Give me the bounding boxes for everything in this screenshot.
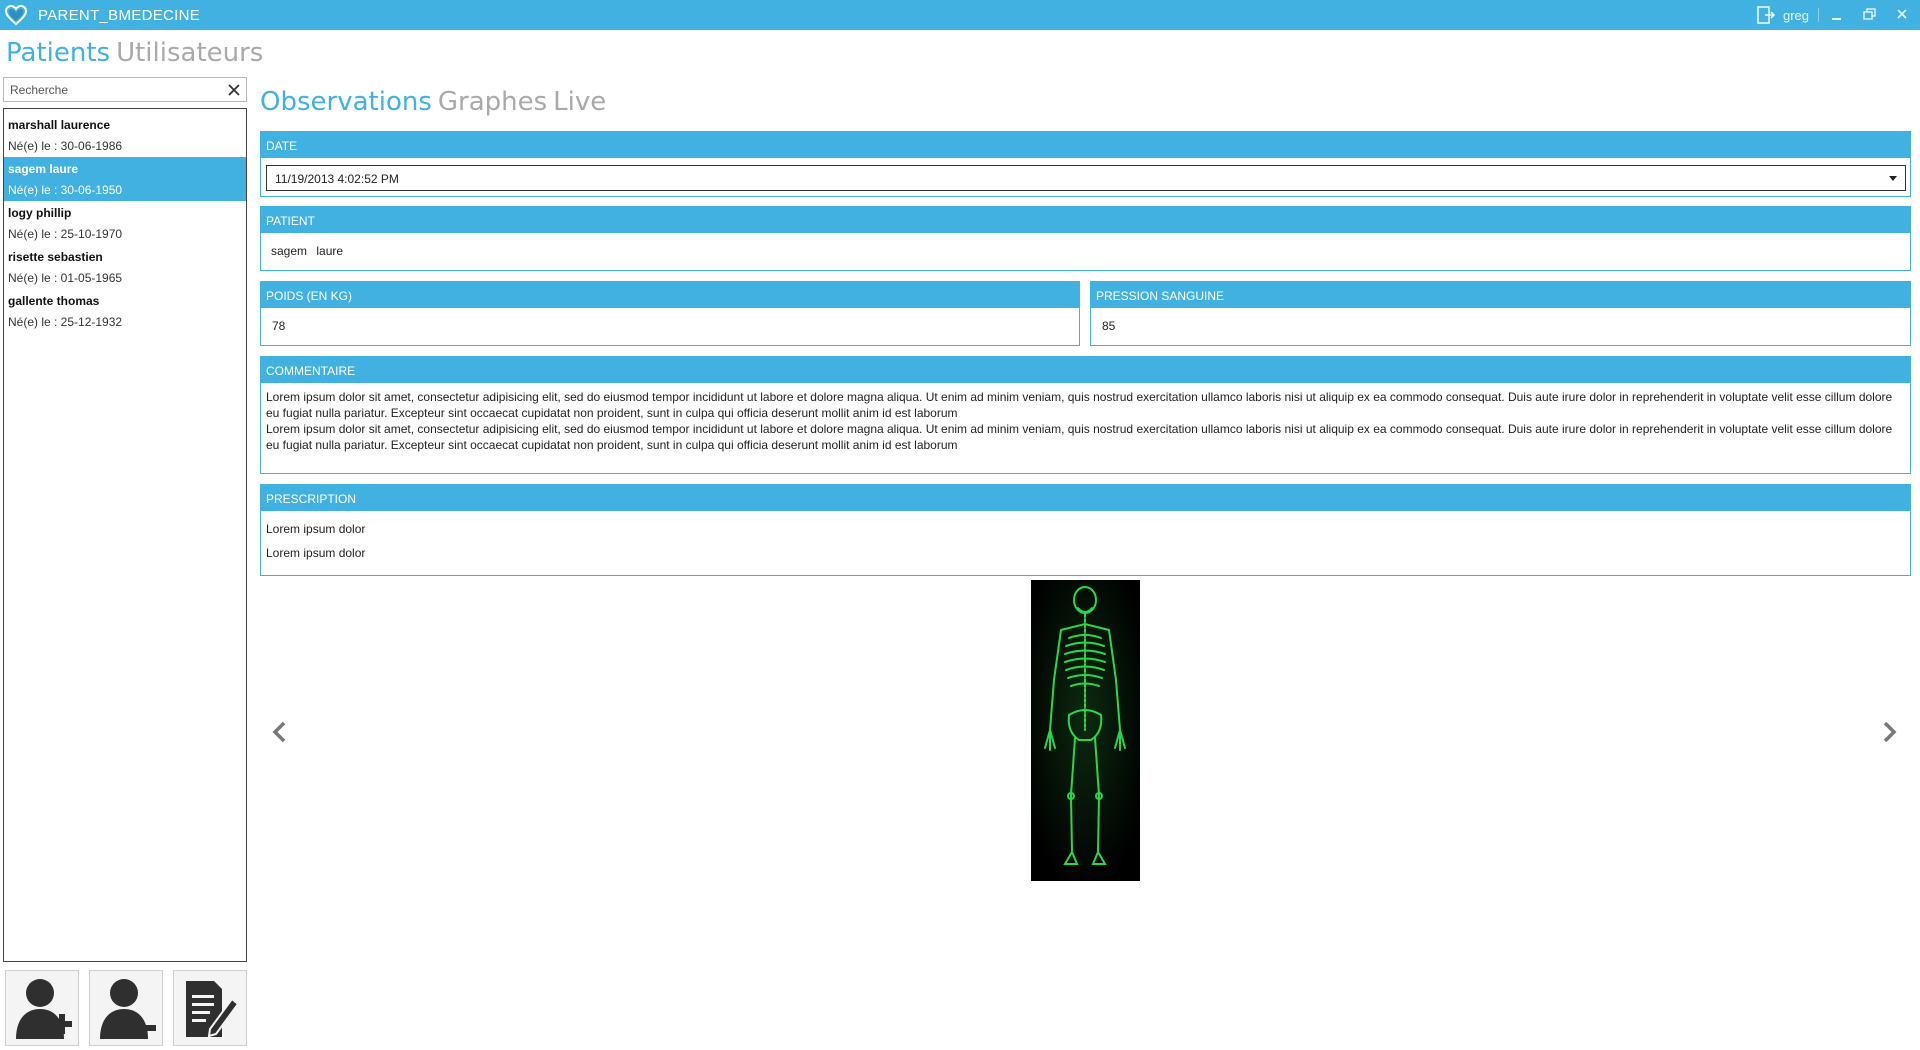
xray-image (1031, 580, 1140, 881)
logout-icon[interactable] (1756, 5, 1776, 25)
comment-text: Lorem ipsum dolor sit amet, consectetur … (261, 383, 1910, 463)
title-bar: PARENT_BMEDECINE greg (0, 0, 1920, 30)
patient-birthdate: Né(e) le : 25-12-1932 (8, 315, 123, 329)
date-panel: DATE 11/19/2013 4:02:52 PM (260, 131, 1911, 197)
prescription-line: Lorem ipsum dolor (266, 546, 366, 560)
weight-panel: POIDS (EN KG) 78 (260, 281, 1080, 346)
patient-item[interactable]: risette sebastien Né(e) le : 01-05-1965 (4, 245, 246, 289)
tab-patients[interactable]: Patients (6, 38, 110, 68)
pressure-panel: PRESSION SANGUINE 85 (1090, 281, 1911, 346)
patient-header: PATIENT (261, 207, 1910, 233)
close-icon[interactable] (1890, 4, 1914, 26)
pressure-header: PRESSION SANGUINE (1091, 282, 1910, 308)
weight-header: POIDS (EN KG) (261, 282, 1079, 308)
main-nav: Patients Utilisateurs (6, 38, 263, 68)
heart-icon (4, 4, 28, 26)
prescription-header: PRESCRIPTION (261, 485, 1910, 511)
observation-tabs: Observations Graphes Live (260, 87, 606, 117)
prescription-text: Lorem ipsum dolor Lorem ipsum dolor (261, 511, 1910, 579)
patient-item[interactable]: gallente thomas Né(e) le : 25-12-1932 (4, 289, 246, 333)
patient-info: sagem laure (261, 233, 1910, 269)
patient-name: gallente thomas (8, 294, 100, 308)
add-user-icon (16, 979, 72, 1039)
skeleton-image (1031, 580, 1140, 881)
pressure-value: 85 (1102, 319, 1116, 333)
tab-utilisateurs[interactable]: Utilisateurs (116, 38, 263, 68)
patient-panel: PATIENT sagem laure (260, 206, 1911, 271)
patient-list: marshall laurence Né(e) le : 30-06-1986 … (3, 108, 247, 962)
remove-patient-button[interactable] (89, 970, 163, 1046)
chevron-left-icon[interactable] (268, 718, 292, 746)
prescription-panel: PRESCRIPTION Lorem ipsum dolor Lorem ips… (260, 484, 1911, 576)
patient-name: risette sebastien (8, 250, 103, 264)
edit-document-icon (186, 981, 240, 1038)
patient-first-name: sagem (271, 244, 308, 258)
minimize-icon[interactable] (1824, 4, 1848, 26)
date-select[interactable]: 11/19/2013 4:02:52 PM (266, 165, 1906, 191)
divider (1818, 8, 1819, 22)
patient-item[interactable]: marshall laurence Né(e) le : 30-06-1986 (4, 113, 246, 157)
edit-observation-button[interactable] (173, 970, 247, 1046)
search-input[interactable] (4, 78, 214, 101)
patient-name: logy phillip (8, 206, 72, 220)
window-title: PARENT_BMEDECINE (38, 7, 201, 24)
patient-item[interactable]: sagem laure Né(e) le : 30-06-1950 (4, 157, 246, 201)
search-box (3, 77, 247, 102)
tab-graphes[interactable]: Graphes (438, 87, 547, 117)
patient-birthdate: Né(e) le : 30-06-1986 (8, 139, 123, 153)
comment-line: Lorem ipsum dolor sit amet, consectetur … (266, 390, 1893, 420)
patient-name: marshall laurence (8, 118, 111, 132)
patient-name: sagem laure (8, 162, 79, 176)
date-header: DATE (261, 132, 1910, 158)
restore-icon[interactable] (1857, 4, 1881, 26)
comment-panel: COMMENTAIRE Lorem ipsum dolor sit amet, … (260, 356, 1911, 474)
patient-item[interactable]: logy phillip Né(e) le : 25-10-1970 (4, 201, 246, 245)
tab-observations[interactable]: Observations (260, 87, 432, 117)
patient-birthdate: Né(e) le : 25-10-1970 (8, 227, 123, 241)
chevron-right-icon[interactable] (1877, 718, 1901, 746)
add-patient-button[interactable] (5, 970, 79, 1046)
weight-value: 78 (272, 319, 286, 333)
clear-icon[interactable] (226, 82, 242, 98)
chevron-down-icon (1889, 176, 1897, 181)
tab-live[interactable]: Live (553, 87, 606, 117)
patient-last-name: laure (316, 244, 344, 258)
remove-user-icon (100, 979, 156, 1039)
comment-header: COMMENTAIRE (261, 357, 1910, 383)
date-value: 11/19/2013 4:02:52 PM (275, 172, 399, 186)
patient-birthdate: Né(e) le : 30-06-1950 (8, 183, 123, 197)
prescription-line: Lorem ipsum dolor (266, 522, 366, 536)
comment-line: Lorem ipsum dolor sit amet, consectetur … (266, 422, 1893, 452)
current-user[interactable]: greg (1783, 8, 1809, 23)
patient-birthdate: Né(e) le : 01-05-1965 (8, 271, 123, 285)
